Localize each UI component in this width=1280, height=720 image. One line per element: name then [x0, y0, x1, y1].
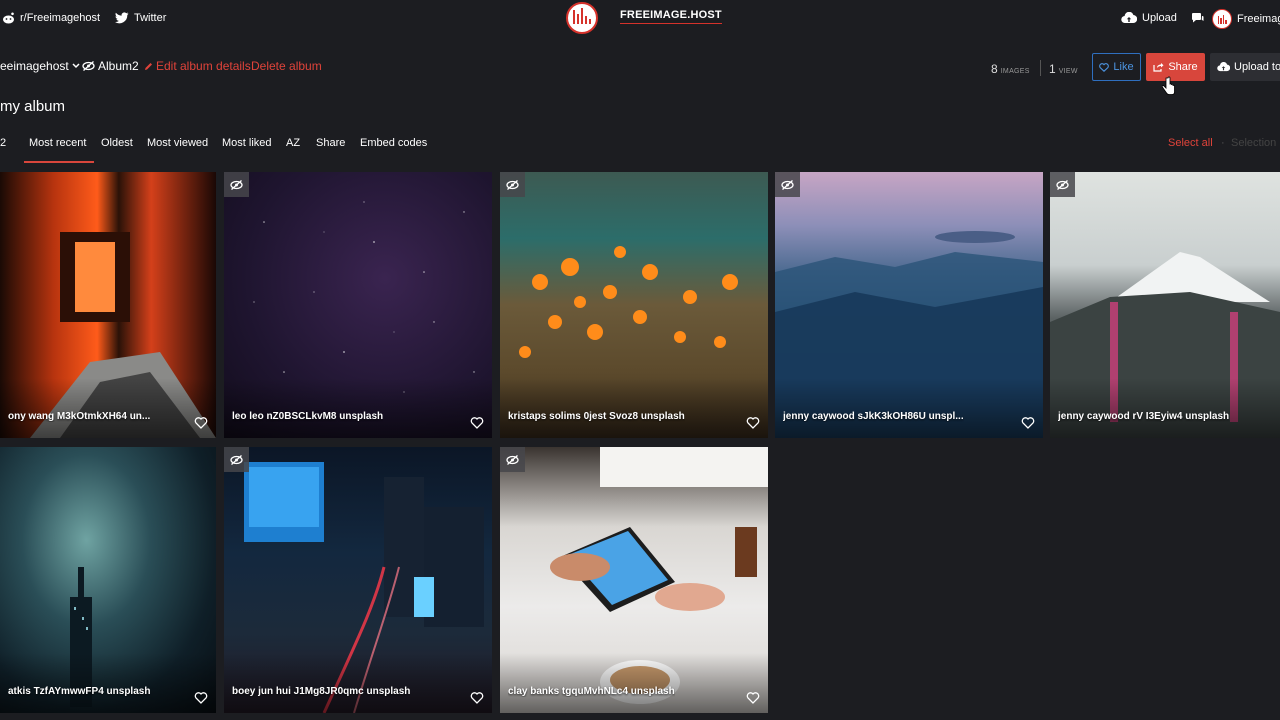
eye-slash-icon [781, 179, 794, 190]
like-button[interactable]: Like [1092, 53, 1141, 81]
image-card[interactable]: clay banks tgquMvhNLc4 unsplash [500, 447, 768, 713]
heart-icon[interactable] [746, 416, 760, 430]
user-name: Freeimag [1237, 13, 1280, 25]
divider [1040, 60, 1041, 76]
like-label: Like [1113, 61, 1134, 73]
upload-link[interactable]: Upload [1121, 12, 1177, 24]
mouse-cursor-icon [1162, 76, 1175, 95]
image-caption: boey jun hui J1Mg8JR0qmc unsplash [232, 686, 411, 697]
eye-slash-icon [82, 61, 95, 71]
reddit-label: r/Freeimagehost [20, 12, 101, 24]
heart-icon[interactable] [1021, 416, 1035, 430]
reddit-icon [3, 12, 14, 24]
heart-icon [1099, 62, 1110, 72]
heart-icon[interactable] [194, 691, 208, 705]
selection-separator: · [1221, 137, 1225, 149]
image-card[interactable]: ony wang M3kOtmkXH64 un... [0, 172, 216, 438]
views-count: 1 [1049, 62, 1056, 76]
image-card[interactable]: leo leo nZ0BSCLkvM8 unsplash [224, 172, 492, 438]
album-breadcrumb[interactable]: Album2 [82, 59, 139, 73]
image-caption: kristaps solims 0jest Svoz8 unsplash [508, 411, 685, 422]
image-card[interactable]: boey jun hui J1Mg8JR0qmc unsplash [224, 447, 492, 713]
selection-count: 2 [0, 137, 7, 149]
upload-to-label: Upload to [1234, 61, 1280, 73]
upload-label: Upload [1142, 12, 1177, 24]
chevron-down-icon [72, 63, 80, 69]
private-badge [224, 447, 249, 472]
private-badge [775, 172, 800, 197]
twitter-link[interactable]: Twitter [115, 12, 166, 24]
twitter-icon [115, 12, 129, 24]
album-title: my album [0, 98, 66, 115]
chat-bubble-icon [1192, 13, 1204, 23]
tab-oldest[interactable]: Oldest [101, 137, 133, 149]
images-stat: 8 IMAGES [991, 62, 1030, 76]
image-caption: jenny caywood rV I3Eyiw4 unsplash [1058, 411, 1230, 422]
image-caption: ony wang M3kOtmkXH64 un... [8, 411, 151, 422]
pencil-icon [145, 62, 152, 70]
eye-slash-icon [230, 179, 243, 190]
owner-dropdown[interactable]: eeimagehost [0, 59, 80, 73]
site-logo[interactable]: FREEIMAGE.HOST [566, 2, 722, 34]
logo-mark-icon [566, 2, 598, 34]
reddit-link[interactable]: r/Freeimagehost [2, 12, 100, 24]
user-menu[interactable]: Freeimag [1212, 9, 1280, 29]
image-card[interactable]: jenny caywood sJkK3kOH86U unspl... [775, 172, 1043, 438]
top-bar: r/Freeimagehost Twitter FREEIMAGE.HOST U… [0, 0, 1280, 38]
avatar [1212, 9, 1232, 29]
image-caption: leo leo nZ0BSCLkvM8 unsplash [232, 411, 384, 422]
tab-embed-codes[interactable]: Embed codes [360, 137, 427, 149]
owner-name: eeimagehost [0, 59, 69, 73]
views-stat: 1 VIEW [1049, 62, 1078, 76]
images-label: IMAGES [1000, 68, 1030, 75]
logo-text: FREEIMAGE.HOST [620, 9, 722, 24]
views-label: VIEW [1058, 68, 1078, 75]
tab-az[interactable]: AZ [286, 137, 300, 149]
album-name: Album2 [98, 59, 139, 73]
share-label: Share [1168, 61, 1198, 73]
tab-most-recent[interactable]: Most recent [23, 137, 96, 163]
private-badge [500, 172, 525, 197]
edit-album-link[interactable]: Edit album details [144, 59, 251, 73]
tab-most-viewed[interactable]: Most viewed [147, 137, 208, 149]
image-caption: clay banks tgquMvhNLc4 unsplash [508, 686, 675, 697]
delete-album-link[interactable]: Delete album [251, 59, 322, 73]
delete-album-label: Delete album [251, 59, 322, 73]
eye-slash-icon [506, 454, 519, 465]
image-card[interactable]: jenny caywood rV I3Eyiw4 unsplash [1050, 172, 1280, 438]
share-icon [1153, 63, 1164, 72]
image-card[interactable]: kristaps solims 0jest Svoz8 unsplash [500, 172, 768, 438]
upload-to-album-button[interactable]: Upload to [1210, 53, 1280, 81]
twitter-label: Twitter [134, 12, 167, 24]
sort-tabs: 2 Most recent Oldest Most viewed Most li… [0, 137, 1280, 163]
image-caption: atkis TzfAYmwwFP4 unsplash [8, 686, 151, 697]
eye-slash-icon [1056, 179, 1069, 190]
selection-menu[interactable]: Selection [1231, 137, 1280, 149]
heart-icon[interactable] [470, 416, 484, 430]
private-badge [224, 172, 249, 197]
images-count: 8 [991, 62, 998, 76]
tab-share[interactable]: Share [316, 137, 345, 149]
cloud-upload-icon [1217, 62, 1230, 72]
select-all-link[interactable]: Select all [1168, 137, 1213, 149]
cloud-upload-icon [1121, 12, 1137, 24]
private-badge [500, 447, 525, 472]
edit-album-label: Edit album details [156, 59, 251, 73]
private-badge [1050, 172, 1075, 197]
image-card[interactable]: atkis TzfAYmwwFP4 unsplash [0, 447, 216, 713]
eye-slash-icon [506, 179, 519, 190]
image-caption: jenny caywood sJkK3kOH86U unspl... [783, 411, 964, 422]
heart-icon[interactable] [470, 691, 484, 705]
tab-most-liked[interactable]: Most liked [222, 137, 272, 149]
eye-slash-icon [230, 454, 243, 465]
notifications-button[interactable] [1191, 12, 1204, 24]
heart-icon[interactable] [746, 691, 760, 705]
heart-icon[interactable] [194, 416, 208, 430]
